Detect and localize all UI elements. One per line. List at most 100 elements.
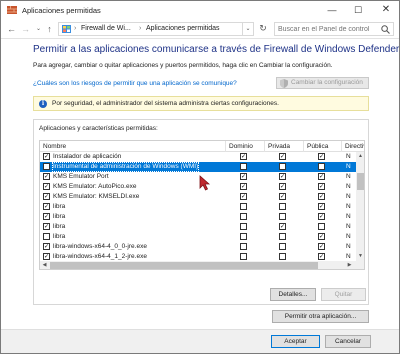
table-row[interactable]: ✓ Instalador de aplicación ✓ ✓ ✓ N: [40, 152, 356, 162]
recent-locations-button[interactable]: ⌄: [33, 23, 44, 35]
domain-checkbox[interactable]: [240, 243, 247, 250]
table-row[interactable]: ✓ KMS Emulator: KMSELDI.exe ✓ ✓ ✓ N: [40, 192, 356, 202]
private-checkbox[interactable]: [279, 203, 286, 210]
public-checkbox[interactable]: ✓: [318, 243, 325, 250]
private-checkbox[interactable]: ✓: [279, 153, 286, 160]
public-checkbox[interactable]: ✓: [318, 153, 325, 160]
scroll-right-button[interactable]: ▶: [345, 261, 354, 269]
close-button[interactable]: ✕: [373, 1, 399, 19]
scroll-down-button[interactable]: ▼: [356, 252, 364, 261]
public-checkbox[interactable]: [318, 163, 325, 170]
table-row[interactable]: libra ✓ N: [40, 232, 356, 242]
private-checkbox[interactable]: [279, 243, 286, 250]
window: Aplicaciones permitidas — ☐ ✕ ← → ⌄ ↑ › …: [0, 0, 400, 354]
private-checkbox[interactable]: [279, 253, 286, 260]
scroll-left-button[interactable]: ◀: [40, 261, 49, 269]
public-checkbox[interactable]: ✓: [318, 193, 325, 200]
search-input[interactable]: [278, 24, 378, 35]
app-name: libra: [53, 203, 66, 210]
domain-checkbox[interactable]: [240, 203, 247, 210]
uac-shield-icon: [280, 79, 288, 88]
public-checkbox[interactable]: ✓: [318, 213, 325, 220]
column-header-policy[interactable]: Directiva: [342, 141, 364, 152]
private-checkbox[interactable]: [279, 163, 286, 170]
minimize-button[interactable]: —: [319, 1, 345, 19]
up-button[interactable]: ↑: [44, 23, 55, 35]
enabled-checkbox[interactable]: ✓: [43, 223, 50, 230]
details-button[interactable]: Detalles...: [270, 288, 316, 301]
private-checkbox[interactable]: ✓: [279, 183, 286, 190]
column-header-private[interactable]: Privada: [265, 141, 304, 152]
enabled-checkbox[interactable]: ✓: [43, 253, 50, 260]
policy-cell: N: [346, 163, 351, 170]
maximize-button[interactable]: ☐: [345, 1, 371, 19]
app-name: libra: [53, 223, 66, 230]
table-row[interactable]: ✓ KMS Emulator Port ✓ ✓ ✓ N: [40, 172, 356, 182]
public-checkbox[interactable]: ✓: [318, 233, 325, 240]
vertical-scrollbar[interactable]: ▲ ▼: [356, 152, 364, 269]
enabled-checkbox[interactable]: ✓: [43, 243, 50, 250]
private-checkbox[interactable]: ✓: [279, 173, 286, 180]
breadcrumb[interactable]: › Firewall de Wi... › Aplicaciones permi…: [58, 22, 243, 36]
scroll-thumb[interactable]: [357, 173, 364, 190]
domain-checkbox[interactable]: ✓: [240, 173, 247, 180]
enabled-checkbox[interactable]: ✓: [43, 183, 50, 190]
remove-button[interactable]: Quitar: [321, 288, 366, 301]
horizontal-scrollbar[interactable]: ◀ ▶: [40, 261, 356, 269]
scroll-up-button[interactable]: ▲: [356, 152, 364, 161]
enabled-checkbox[interactable]: ✓: [43, 173, 50, 180]
enabled-checkbox[interactable]: ✓: [43, 203, 50, 210]
table-row[interactable]: ✓ libra ✓ N: [40, 202, 356, 212]
table-row[interactable]: ✓ libra ✓ N: [40, 222, 356, 232]
public-checkbox[interactable]: ✓: [318, 253, 325, 260]
column-header-public[interactable]: Pública: [304, 141, 342, 152]
allow-other-app-button[interactable]: Permitir otra aplicación...: [272, 310, 369, 323]
domain-checkbox[interactable]: [240, 253, 247, 260]
forward-button[interactable]: →: [20, 23, 31, 35]
private-checkbox[interactable]: ✓: [279, 193, 286, 200]
domain-checkbox[interactable]: [240, 223, 247, 230]
address-dropdown-button[interactable]: ⌄: [243, 22, 254, 36]
domain-checkbox[interactable]: [240, 233, 247, 240]
search-icon[interactable]: [381, 25, 390, 34]
breadcrumb-separator: ›: [74, 25, 77, 32]
table-row[interactable]: ✓ KMS Emulator: AutoPico.exe ✓ ✓ ✓ N: [40, 182, 356, 192]
refresh-button[interactable]: ↻: [256, 22, 270, 36]
enabled-checkbox[interactable]: [43, 163, 50, 170]
breadcrumb-separator: ›: [139, 25, 142, 32]
search-box[interactable]: [274, 22, 394, 36]
column-header-domain[interactable]: Dominio: [226, 141, 265, 152]
private-checkbox[interactable]: ✓: [279, 223, 286, 230]
policy-cell: N: [346, 203, 351, 210]
breadcrumb-firewall[interactable]: Firewall de Wi...: [81, 25, 131, 32]
public-checkbox[interactable]: ✓: [318, 183, 325, 190]
domain-checkbox[interactable]: ✓: [240, 183, 247, 190]
risks-link[interactable]: ¿Cuáles son los riesgos de permitir que …: [33, 80, 237, 87]
enabled-checkbox[interactable]: ✓: [43, 153, 50, 160]
change-settings-button[interactable]: Cambiar la configuración: [276, 77, 369, 89]
table-row[interactable]: ✓ libra-windows-x64-4_0_0-jre.exe ✓ N: [40, 242, 356, 252]
ok-button[interactable]: Aceptar: [271, 335, 320, 348]
scroll-thumb[interactable]: [50, 262, 318, 269]
back-button[interactable]: ←: [6, 23, 17, 35]
enabled-checkbox[interactable]: [43, 233, 50, 240]
policy-cell: N: [346, 243, 351, 250]
domain-checkbox[interactable]: ✓: [240, 193, 247, 200]
enabled-checkbox[interactable]: ✓: [43, 213, 50, 220]
app-name: Instrumental de administración de Window…: [52, 162, 200, 172]
public-checkbox[interactable]: ✓: [318, 203, 325, 210]
public-checkbox[interactable]: [318, 223, 325, 230]
cancel-button[interactable]: Cancelar: [325, 335, 371, 348]
domain-checkbox[interactable]: ✓: [240, 153, 247, 160]
breadcrumb-allowed-apps[interactable]: Aplicaciones permitidas: [146, 25, 220, 32]
private-checkbox[interactable]: [279, 213, 286, 220]
domain-checkbox[interactable]: [240, 163, 247, 170]
column-header-name[interactable]: Nombre: [40, 141, 226, 152]
private-checkbox[interactable]: [279, 233, 286, 240]
table-row[interactable]: ✓ libra ✓ N: [40, 212, 356, 222]
domain-checkbox[interactable]: [240, 213, 247, 220]
enabled-checkbox[interactable]: ✓: [43, 193, 50, 200]
allowed-apps-table[interactable]: Nombre Dominio Privada Pública Directiva…: [39, 140, 365, 270]
public-checkbox[interactable]: ✓: [318, 173, 325, 180]
table-row[interactable]: Instrumental de administración de Window…: [40, 162, 356, 172]
